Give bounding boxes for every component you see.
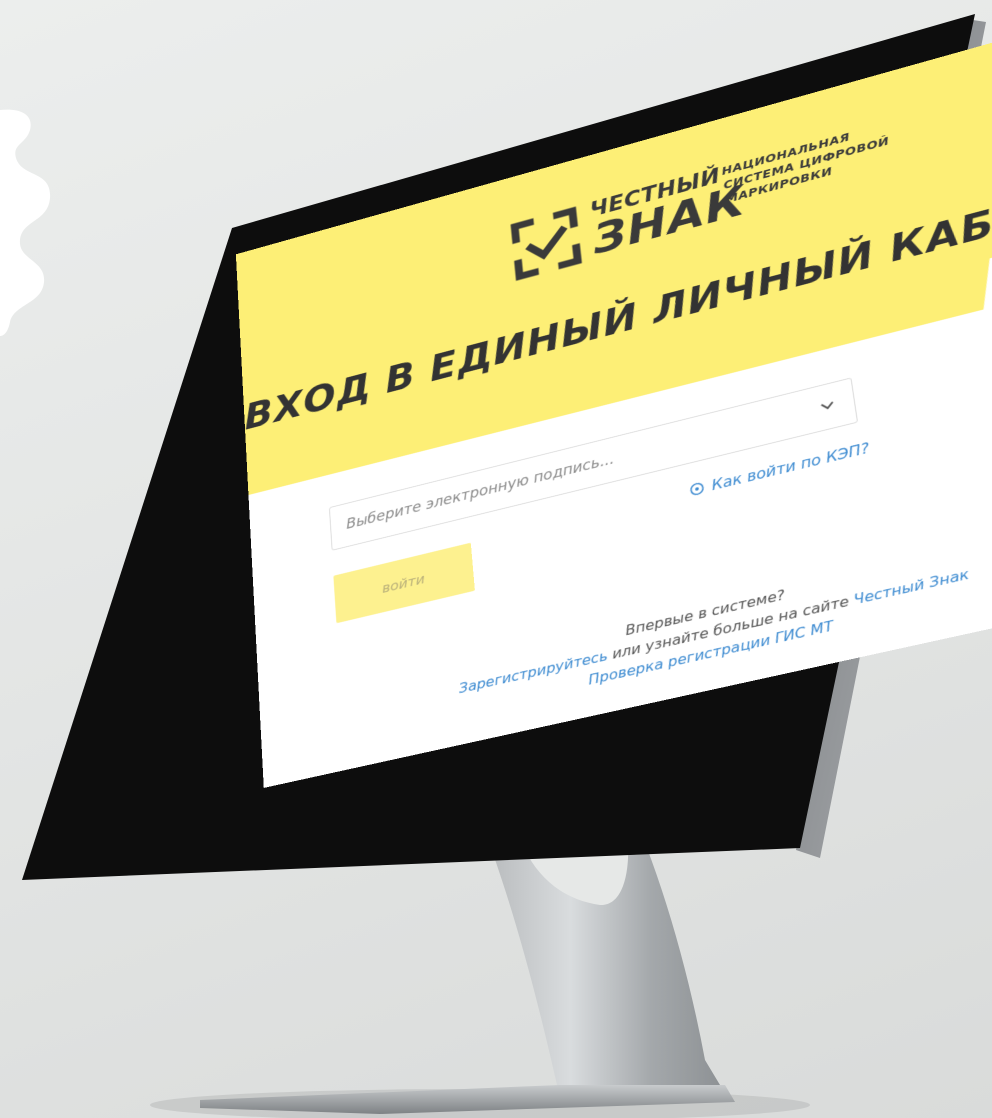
login-button[interactable]: войти: [333, 543, 475, 624]
help-circle-icon: [689, 481, 705, 497]
logo-mark-icon: [507, 203, 585, 284]
scene: ЧЕСТНЫЙ ЗНАК НАЦИОНАЛЬНАЯ СИСТЕМА ЦИФРОВ…: [0, 0, 992, 1118]
chevron-down-icon[interactable]: [819, 399, 835, 412]
